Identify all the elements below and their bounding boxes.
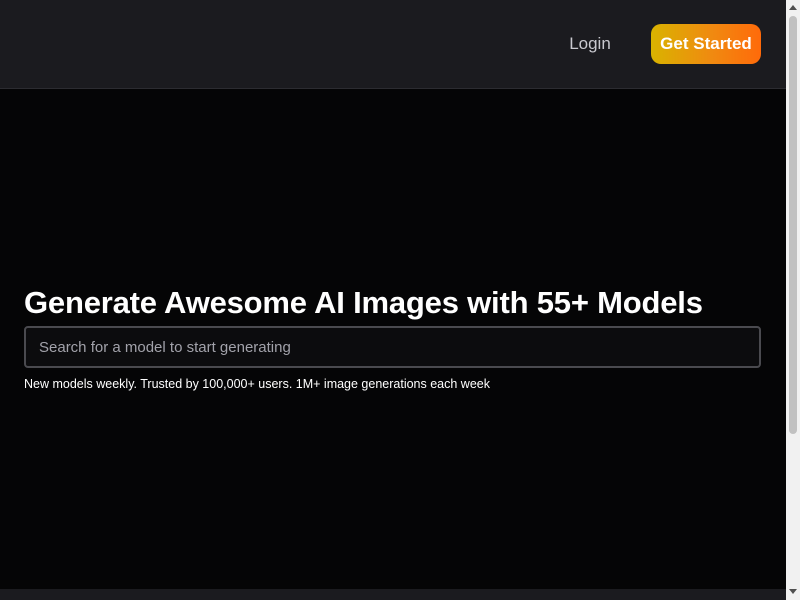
scroll-up-arrow-icon[interactable] [789,5,797,10]
hero-title: Generate Awesome AI Images with 55+ Mode… [24,285,703,320]
hero-tagline: New models weekly. Trusted by 100,000+ u… [24,377,490,391]
hero-section: Generate Awesome AI Images with 55+ Mode… [24,282,761,392]
page-viewport: Login Get Started Generate Awesome AI Im… [0,0,786,600]
scrollbar-thumb[interactable] [789,16,797,434]
vertical-scrollbar[interactable] [786,0,800,600]
footer-edge [0,589,786,600]
top-navbar: Login Get Started [0,0,786,89]
model-search-input[interactable] [26,328,759,366]
scroll-down-arrow-icon[interactable] [789,589,797,594]
get-started-button[interactable]: Get Started [651,24,761,64]
login-link[interactable]: Login [556,28,624,60]
model-search-box[interactable] [24,326,761,368]
